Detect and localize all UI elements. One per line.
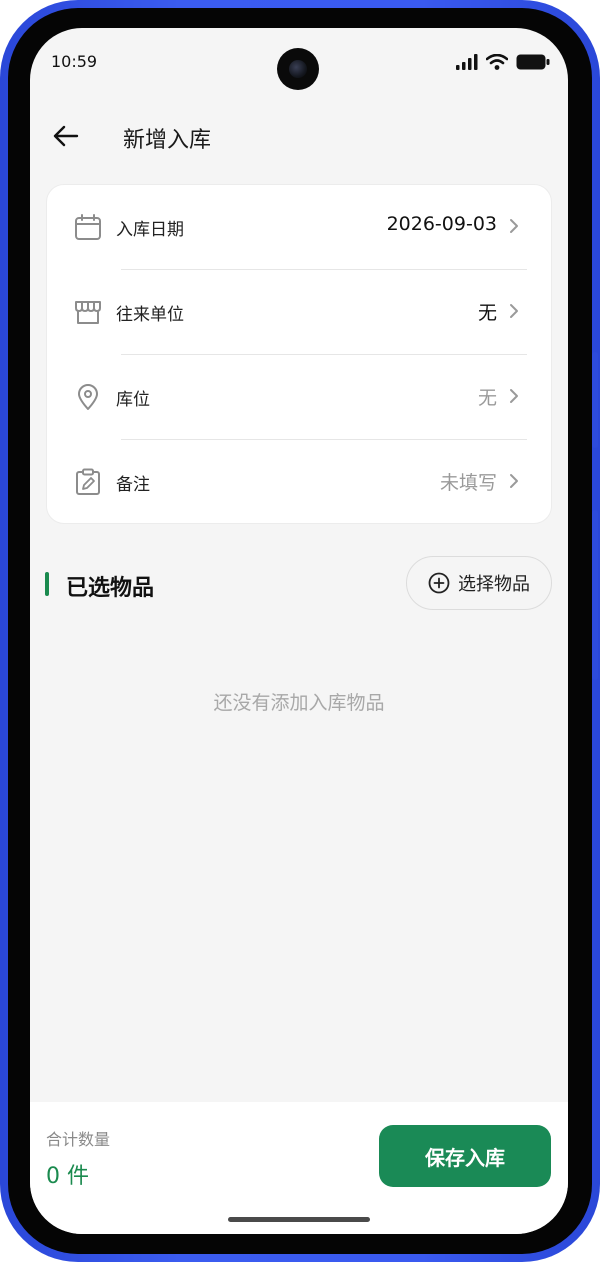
front-camera [277, 48, 319, 90]
section-title: 已选物品 [66, 576, 155, 601]
chevron-right-icon [510, 219, 518, 233]
status-icons [456, 52, 550, 72]
app-screen: 10:59 新增入库 入库日期 2026-09-03 往来单位 无 库位 无 备… [30, 28, 568, 1234]
row-label: 入库日期 [116, 220, 184, 240]
status-time: 10:59 [51, 52, 98, 71]
select-items-button[interactable]: 选择物品 [406, 556, 552, 610]
row-inbound-date[interactable]: 入库日期 2026-09-03 [47, 185, 553, 270]
total-quantity-value: 0 件 [46, 1164, 89, 1189]
power-button [592, 510, 598, 680]
wifi-icon [486, 54, 508, 70]
home-indicator[interactable] [228, 1217, 370, 1222]
total-quantity-label: 合计数量 [46, 1130, 111, 1149]
row-label: 库位 [116, 390, 150, 410]
chevron-right-icon [510, 389, 518, 403]
page-title: 新增入库 [123, 128, 212, 153]
save-inbound-button[interactable]: 保存入库 [379, 1125, 551, 1187]
row-value: 无 [477, 302, 497, 324]
location-pin-icon [78, 384, 98, 410]
row-counterparty[interactable]: 往来单位 无 [47, 270, 553, 355]
clipboard-edit-icon [76, 468, 100, 495]
plus-circle-icon [428, 572, 450, 594]
volume-button [592, 352, 598, 448]
section-accent-bar [45, 572, 49, 596]
row-label: 备注 [116, 475, 150, 495]
battery-icon [516, 54, 550, 70]
row-storage-location[interactable]: 库位 无 [47, 355, 553, 440]
bottom-bar: 合计数量 0 件 保存入库 [30, 1102, 568, 1234]
chevron-right-icon [510, 474, 518, 488]
device-frame: 10:59 新增入库 入库日期 2026-09-03 往来单位 无 库位 无 备… [0, 0, 600, 1262]
signal-icon [456, 54, 478, 70]
calendar-icon [75, 214, 101, 240]
select-items-label: 选择物品 [458, 574, 530, 595]
row-remark[interactable]: 备注 未填写 [47, 440, 553, 525]
row-value: 未填写 [439, 472, 497, 494]
store-icon [75, 301, 101, 324]
row-value: 2026-09-03 [386, 213, 497, 235]
arrow-left-icon [53, 125, 79, 147]
inbound-form-card: 入库日期 2026-09-03 往来单位 无 库位 无 备注 未填写 [46, 184, 552, 524]
empty-state-text: 还没有添加入库物品 [213, 692, 385, 714]
row-label: 往来单位 [116, 305, 184, 325]
back-button[interactable] [48, 118, 84, 154]
row-value: 无 [477, 387, 497, 409]
chevron-right-icon [510, 304, 518, 318]
